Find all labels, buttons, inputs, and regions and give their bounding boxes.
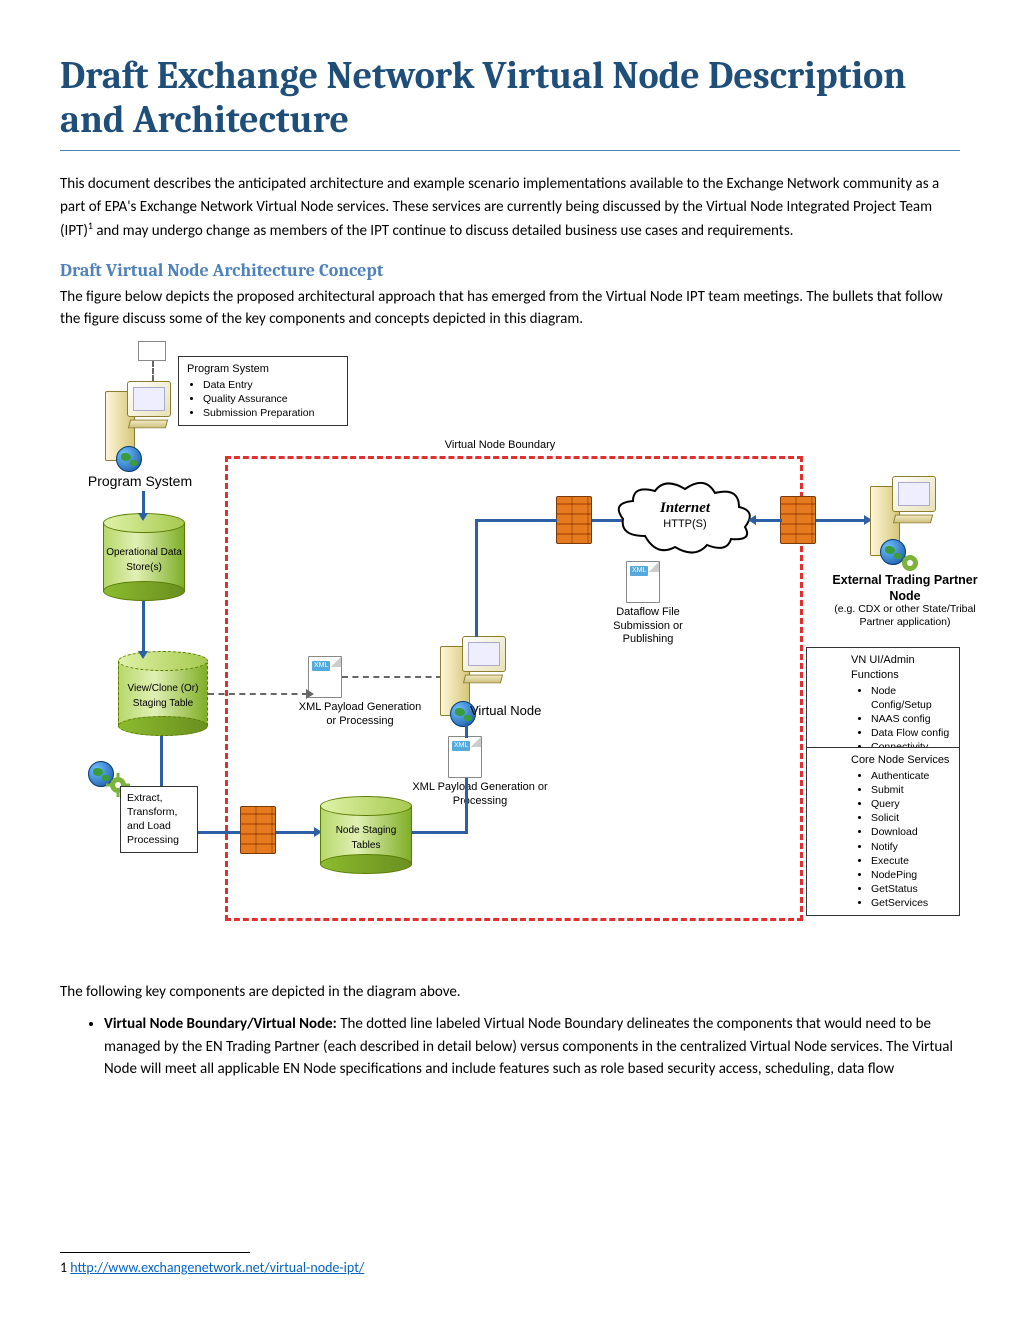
document-tab-icon bbox=[138, 341, 166, 361]
etl-box: Extract, Transform, and Load Processing bbox=[120, 786, 198, 853]
box-title: Core Node Services bbox=[851, 753, 951, 768]
list-item: NAAS config bbox=[871, 712, 951, 726]
connector bbox=[475, 519, 557, 522]
cylinder-label: Operational Data Store(s) bbox=[103, 545, 185, 575]
page-title: Draft Exchange Network Virtual Node Desc… bbox=[60, 55, 960, 151]
box-title: VN UI/Admin Functions bbox=[851, 653, 951, 683]
arrow-down-icon bbox=[138, 513, 148, 521]
list-item: Query bbox=[871, 797, 951, 811]
firewall-icon bbox=[240, 806, 276, 854]
connector bbox=[754, 519, 782, 522]
internet-label: Internet HTTP(S) bbox=[630, 499, 740, 532]
footnote-link[interactable]: http://www.exchangenetwork.net/virtual-n… bbox=[70, 1259, 364, 1276]
list-item: Data Entry bbox=[203, 378, 339, 392]
firewall-icon bbox=[780, 496, 816, 544]
connector bbox=[160, 736, 163, 786]
section-heading: Draft Virtual Node Architecture Concept bbox=[60, 257, 960, 284]
architecture-diagram: Program System Data Entry Quality Assura… bbox=[60, 341, 960, 961]
list-item: NodePing bbox=[871, 868, 951, 882]
node-staging-tables-icon: Node Staging Tables bbox=[320, 796, 412, 874]
list-item: Execute bbox=[871, 854, 951, 868]
list-item: Solicit bbox=[871, 811, 951, 825]
xml-payload-label-1: XML Payload Generation or Processing bbox=[295, 701, 425, 729]
list-item: Node Config/Setup bbox=[871, 684, 951, 712]
connector bbox=[152, 361, 154, 381]
connector bbox=[142, 601, 145, 653]
etl-label: Extract, Transform, and Load Processing bbox=[127, 791, 191, 848]
connector bbox=[198, 831, 240, 834]
list-item: Download bbox=[871, 825, 951, 839]
cylinder-label: View/Clone (Or) Staging Table bbox=[118, 681, 208, 711]
list-item: Submission Preparation bbox=[203, 406, 339, 420]
connector bbox=[465, 778, 468, 834]
list-item: Virtual Node Boundary/Virtual Node: The … bbox=[104, 1013, 960, 1081]
connector bbox=[412, 831, 467, 834]
list-item: Submit bbox=[871, 783, 951, 797]
footnote-rule bbox=[60, 1252, 250, 1253]
program-system-info-box: Program System Data Entry Quality Assura… bbox=[178, 356, 348, 426]
arrow-right-icon bbox=[306, 689, 314, 699]
arrow-left-icon bbox=[748, 515, 756, 525]
globe-icon bbox=[116, 446, 142, 472]
list-item: Data Flow config bbox=[871, 726, 951, 740]
box-title: Program System bbox=[187, 362, 339, 377]
connector-dashed bbox=[208, 693, 308, 695]
xml-payload-label-2: XML Payload Generation or Processing bbox=[410, 781, 550, 809]
connector bbox=[142, 491, 145, 515]
program-system-label: Program System bbox=[75, 473, 205, 491]
gear-icon bbox=[898, 551, 922, 575]
intro-text-2: and may undergo change as members of the… bbox=[93, 222, 794, 240]
list-item: GetServices bbox=[871, 896, 951, 910]
operational-data-store-icon: Operational Data Store(s) bbox=[103, 513, 185, 601]
xml-file-icon bbox=[448, 736, 482, 778]
external-partner-subtitle: (e.g. CDX or other State/Tribal Partner … bbox=[820, 603, 990, 629]
boundary-label: Virtual Node Boundary bbox=[410, 439, 590, 453]
firewall-icon bbox=[556, 496, 592, 544]
virtual-node-label: Virtual Node bbox=[470, 703, 560, 719]
list-item: GetStatus bbox=[871, 882, 951, 896]
list-item: Quality Assurance bbox=[203, 392, 339, 406]
arrow-down-icon bbox=[138, 651, 148, 659]
footnotes: 1 http://www.exchangenetwork.net/virtual… bbox=[60, 1252, 960, 1278]
connector bbox=[465, 723, 468, 738]
list-item: Notify bbox=[871, 840, 951, 854]
footnote-number: 1 bbox=[60, 1259, 67, 1276]
staging-table-icon: View/Clone (Or) Staging Table bbox=[118, 651, 208, 736]
key-components-list: Virtual Node Boundary/Virtual Node: The … bbox=[104, 1013, 960, 1081]
external-partner-title: External Trading Partner Node bbox=[830, 573, 980, 604]
dataflow-file-label: Dataflow File Submission or Publishing bbox=[598, 606, 698, 647]
connector bbox=[475, 519, 478, 637]
intro-paragraph: This document describes the anticipated … bbox=[60, 173, 960, 243]
xml-file-icon bbox=[626, 561, 660, 603]
list-item: Authenticate bbox=[871, 769, 951, 783]
cylinder-label: Node Staging Tables bbox=[320, 823, 412, 853]
internet-title: Internet bbox=[660, 500, 710, 516]
connector-dashed bbox=[342, 676, 442, 678]
connector bbox=[816, 519, 866, 522]
internet-protocol: HTTP(S) bbox=[663, 518, 706, 530]
core-services-box: Core Node Services Authenticate Submit Q… bbox=[806, 747, 960, 917]
connector bbox=[276, 831, 316, 834]
bullet-bold: Virtual Node Boundary/Virtual Node: bbox=[104, 1015, 337, 1033]
section-intro: The figure below depicts the proposed ar… bbox=[60, 286, 960, 331]
post-diagram-text: The following key components are depicte… bbox=[60, 981, 960, 1004]
